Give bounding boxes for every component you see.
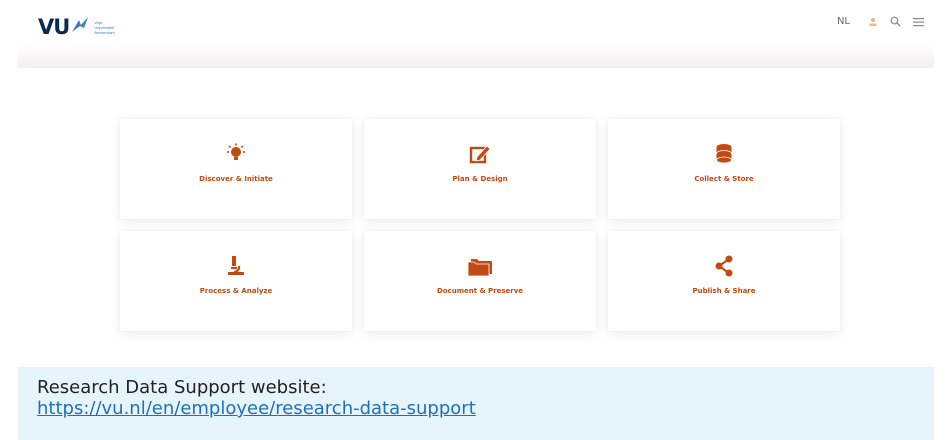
tile-label: Publish & Share: [692, 287, 756, 295]
user-icon[interactable]: [868, 17, 878, 27]
search-icon[interactable]: [890, 16, 901, 27]
tile-label: Collect & Store: [694, 175, 754, 183]
header-utilities: NL: [837, 16, 924, 27]
tile-plan-design[interactable]: Plan & Design: [364, 119, 596, 219]
tile-collect-store[interactable]: Collect & Store: [608, 119, 840, 219]
microscope-icon: [226, 253, 246, 279]
tile-document-preserve[interactable]: Document & Preserve: [364, 231, 596, 331]
edit-icon: [469, 141, 491, 167]
share-icon: [714, 253, 734, 279]
tile-publish-share[interactable]: Publish & Share: [608, 231, 840, 331]
language-switch[interactable]: NL: [837, 16, 850, 27]
logo-tagline: Vrije Universiteit Amsterdam: [94, 19, 115, 35]
research-phase-grid: Discover & Initiate Plan & Design Collec…: [120, 119, 840, 331]
folder-icon: [466, 253, 494, 279]
vu-logo[interactable]: VU Vrije Universiteit Amsterdam: [38, 14, 134, 40]
tile-label: Plan & Design: [452, 175, 508, 183]
tile-label: Document & Preserve: [436, 287, 524, 295]
banner-content: Research Data Support website: https://v…: [37, 377, 476, 419]
logo-text: VU: [38, 15, 70, 39]
griffin-icon: [72, 17, 89, 32]
research-data-support-link[interactable]: https://vu.nl/en/employee/research-data-…: [37, 398, 476, 419]
site-header: VU Vrije Universiteit Amsterdam NL: [18, 0, 934, 68]
tile-label: Process & Analyze: [199, 287, 273, 295]
tile-process-analyze[interactable]: Process & Analyze: [120, 231, 352, 331]
info-banner: Research Data Support website: https://v…: [18, 367, 934, 440]
database-icon: [715, 141, 733, 167]
lightbulb-icon: [224, 141, 248, 167]
banner-text: Research Data Support website:: [37, 377, 327, 398]
tile-discover-initiate[interactable]: Discover & Initiate: [120, 119, 352, 219]
tile-label: Discover & Initiate: [199, 175, 273, 183]
menu-icon[interactable]: [913, 17, 924, 27]
